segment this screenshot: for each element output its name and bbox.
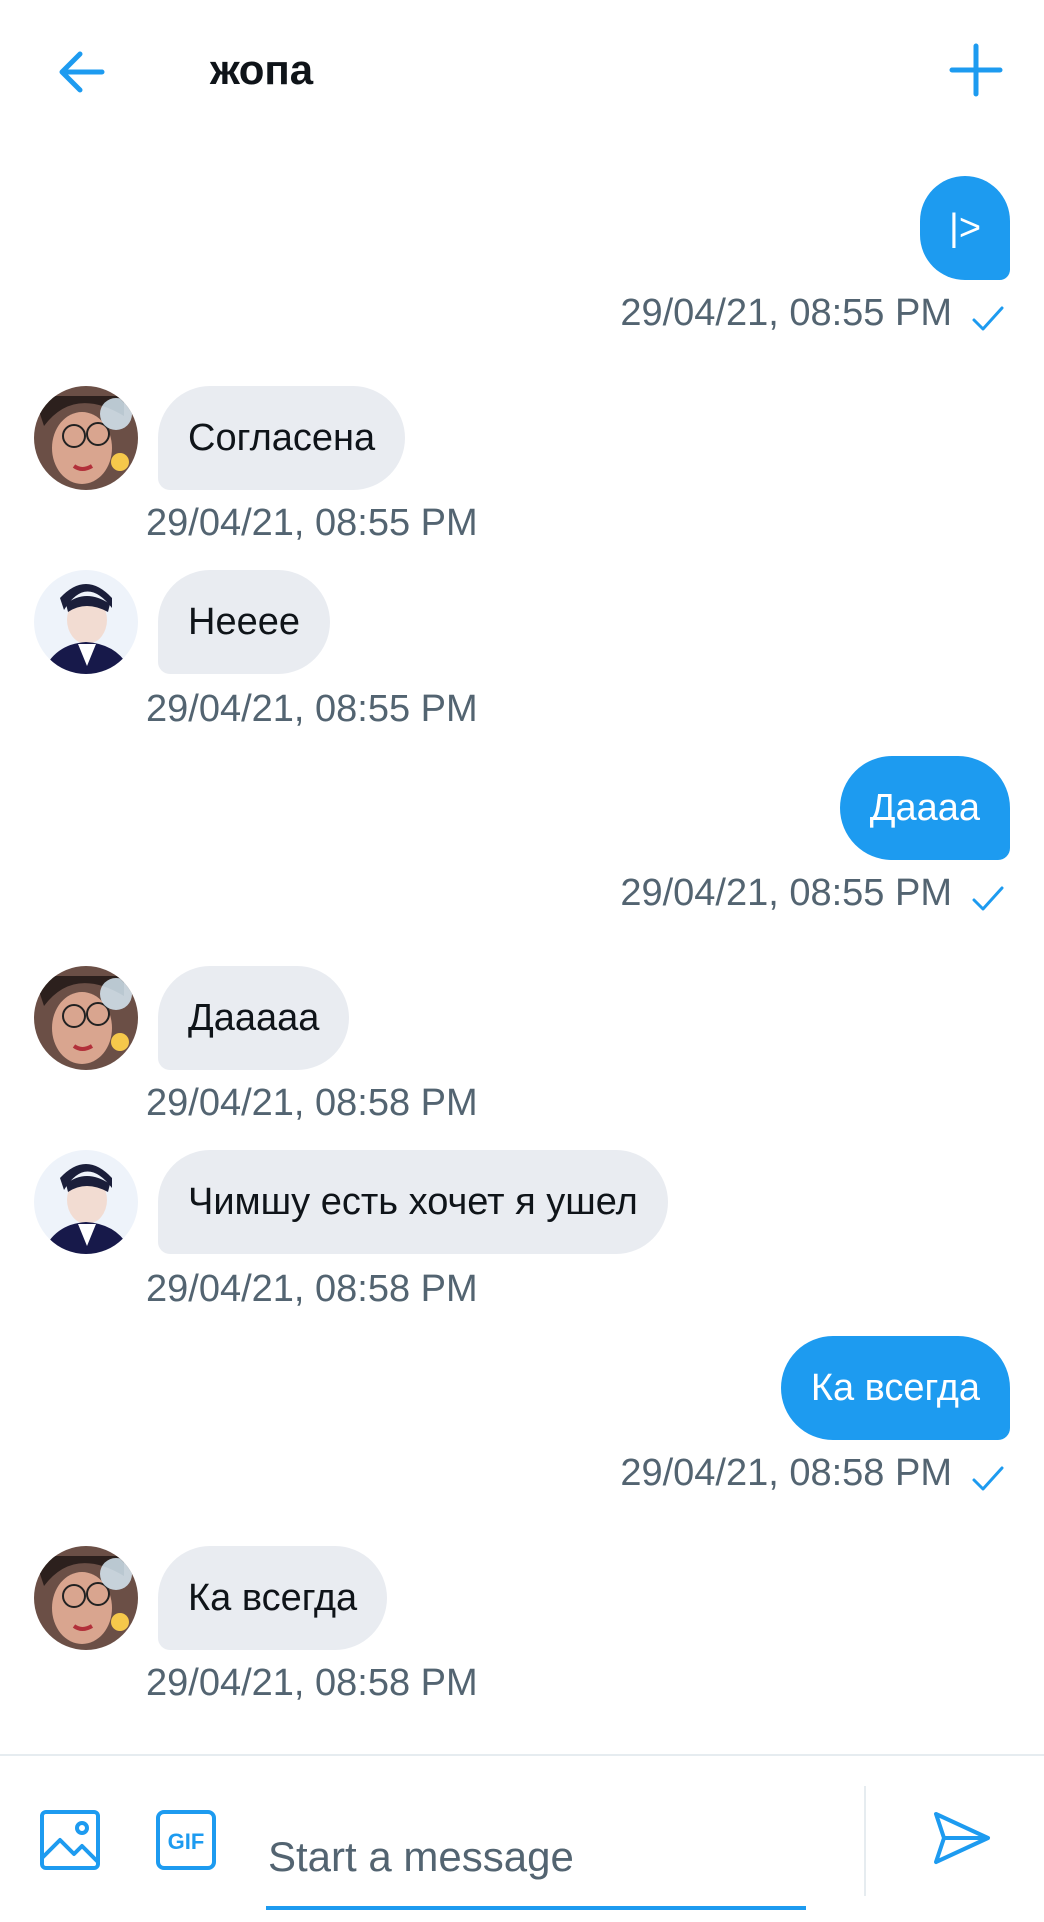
message-bubble-incoming[interactable]: Ка всегда xyxy=(158,1546,388,1650)
avatar[interactable] xyxy=(34,1546,138,1650)
send-button[interactable] xyxy=(930,1806,994,1870)
message-timestamp: 29/04/21, 08:58 PM xyxy=(146,1662,478,1704)
message-text: Нееее xyxy=(188,601,300,643)
read-check-icon xyxy=(972,886,1004,911)
message-text: Чимшу есть хочет я ушел xyxy=(188,1181,638,1223)
message-input[interactable] xyxy=(266,1816,810,1898)
avatar[interactable] xyxy=(34,1150,138,1254)
composer-divider xyxy=(864,1786,866,1896)
message-text: Ка всегда xyxy=(188,1577,358,1619)
send-icon xyxy=(934,1812,990,1864)
message-bubble-incoming[interactable]: Чимшу есть хочет я ушел xyxy=(158,1150,668,1254)
message-timestamp: 29/04/21, 08:55 PM xyxy=(620,872,952,914)
message-composer: GIF xyxy=(0,1754,1044,1922)
message-text: Согласена xyxy=(188,417,376,459)
message-text: Даааaa xyxy=(188,997,320,1039)
read-check-icon xyxy=(972,306,1004,331)
message-timestamp: 29/04/21, 08:58 PM xyxy=(146,1268,478,1310)
message-bubble-incoming[interactable]: Нееее xyxy=(158,570,330,674)
message-timestamp: 29/04/21, 08:58 PM xyxy=(146,1082,478,1124)
back-button[interactable] xyxy=(50,40,114,104)
girl-with-glasses-avatar xyxy=(34,966,138,1070)
add-image-button[interactable] xyxy=(38,1808,102,1872)
add-gif-button[interactable]: GIF xyxy=(154,1808,218,1872)
message-text: Ка всегда xyxy=(810,1367,980,1409)
avatar[interactable] xyxy=(34,570,138,674)
message-bubble-outgoing[interactable]: Ка всегда xyxy=(780,1336,1010,1440)
gif-icon: GIF xyxy=(156,1810,216,1870)
image-icon xyxy=(40,1810,100,1870)
man-in-suit-avatar xyxy=(34,1150,138,1254)
message-bubble-outgoing[interactable]: |> xyxy=(920,176,1010,280)
add-button[interactable] xyxy=(944,38,1008,102)
conversation-header: жопа xyxy=(0,0,1044,140)
man-in-suit-avatar xyxy=(34,570,138,674)
girl-with-glasses-avatar xyxy=(34,1546,138,1650)
gif-label: GIF xyxy=(168,1829,205,1854)
conversation-title: жопа xyxy=(210,46,314,93)
input-underline xyxy=(266,1906,806,1910)
avatar[interactable] xyxy=(34,386,138,490)
avatar[interactable] xyxy=(34,966,138,1070)
plus-icon xyxy=(949,43,1003,97)
message-timestamp: 29/04/21, 08:55 PM xyxy=(146,502,478,544)
message-timestamp: 29/04/21, 08:55 PM xyxy=(146,688,478,730)
message-bubble-incoming[interactable]: Даааaa xyxy=(158,966,350,1070)
message-text: Даааа xyxy=(869,787,980,829)
message-bubble-incoming[interactable]: Согласена xyxy=(158,386,406,490)
arrow-left-icon xyxy=(59,51,105,93)
message-text: |> xyxy=(948,207,982,249)
message-timestamp: 29/04/21, 08:55 PM xyxy=(620,292,952,334)
message-timestamp: 29/04/21, 08:58 PM xyxy=(620,1452,952,1494)
read-check-icon xyxy=(972,1466,1004,1491)
girl-with-glasses-avatar xyxy=(34,386,138,490)
message-bubble-outgoing[interactable]: Даааа xyxy=(839,756,1010,860)
